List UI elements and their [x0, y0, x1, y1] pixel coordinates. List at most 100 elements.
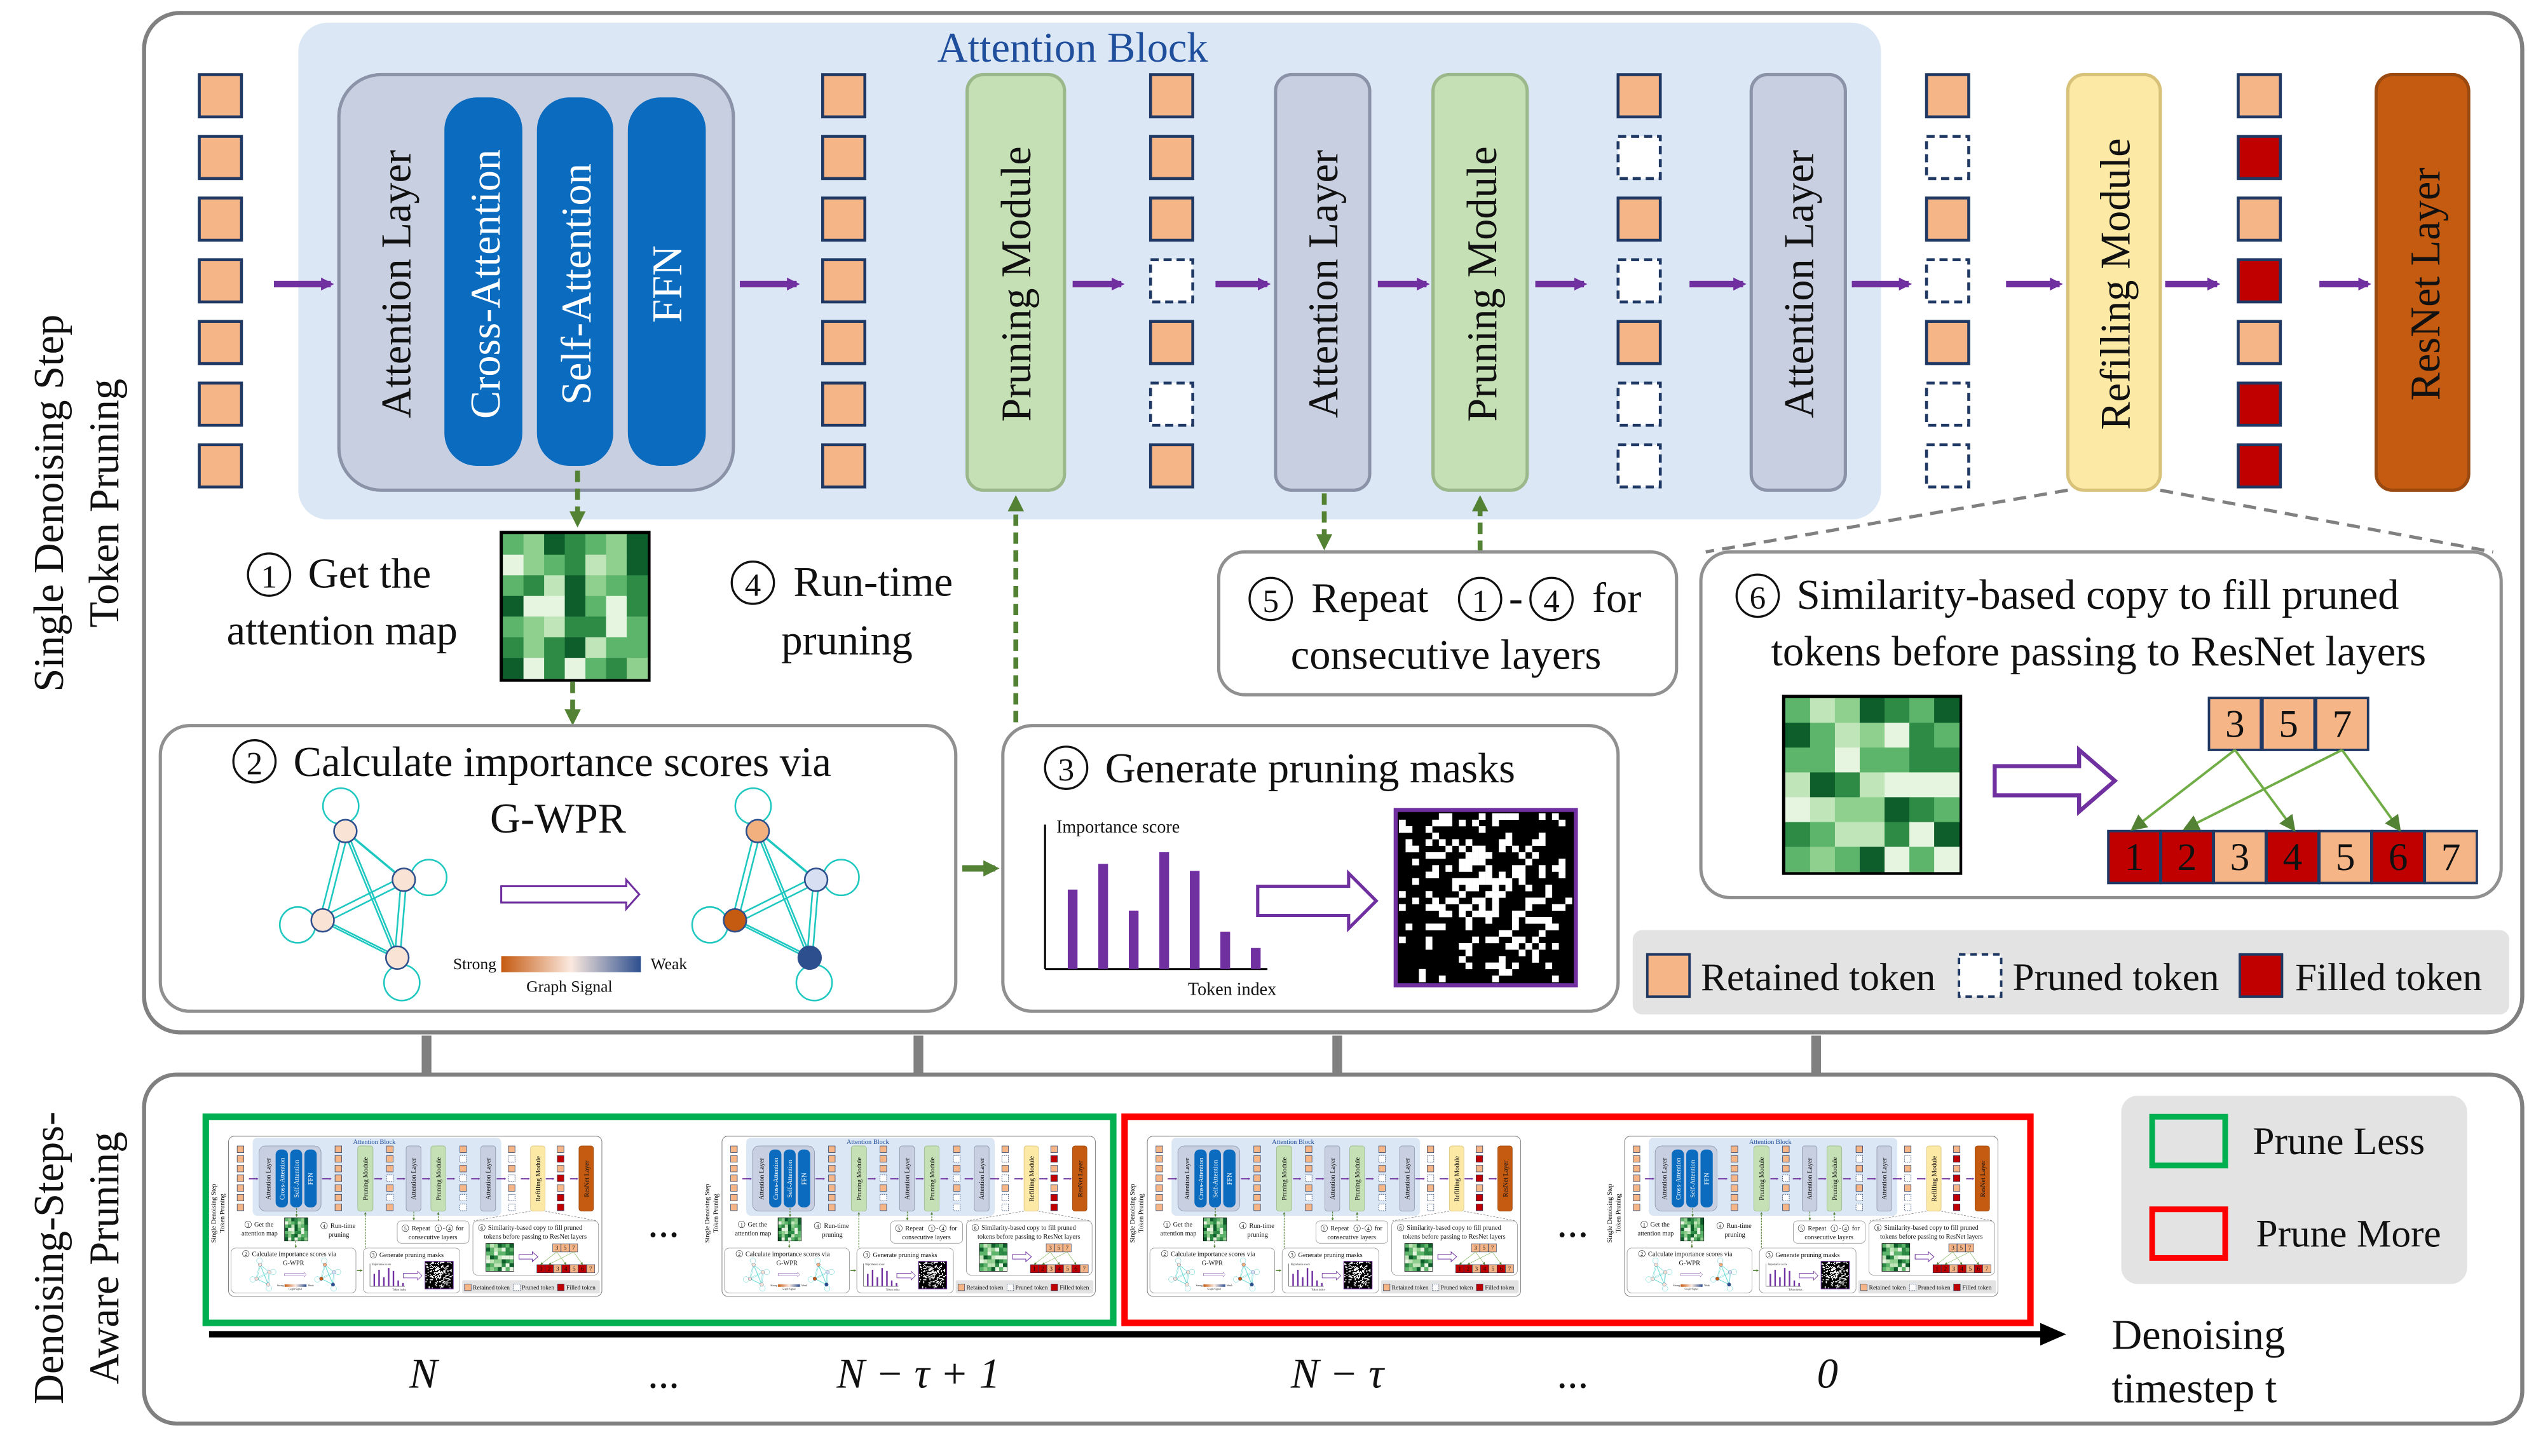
attention-cell: [1934, 822, 1960, 848]
pruned-token: [1149, 381, 1194, 427]
attention-cell: [626, 616, 648, 638]
filled-token: [2237, 258, 2282, 304]
refill-attention-map: [1782, 695, 1963, 875]
retained-token: [198, 381, 243, 427]
attention-cell: [1909, 797, 1935, 823]
attention-cell: [1859, 772, 1885, 798]
attention-cell: [564, 595, 586, 617]
pruning-mask: [1393, 808, 1578, 988]
attention-cell: [606, 658, 627, 679]
svg-text:pruning: pruning: [781, 617, 913, 663]
attention-cell: [1834, 797, 1860, 823]
svg-text:Generate pruning masks: Generate pruning masks: [1105, 745, 1515, 792]
attention-cell: [585, 575, 607, 597]
retained-token: [1616, 73, 1662, 119]
importance-bar: [1067, 889, 1078, 969]
attention-cell: [1885, 822, 1910, 848]
axis-label-1: Denoising: [2111, 1312, 2285, 1358]
importance-bar: [1190, 871, 1200, 969]
retained-token: [1925, 73, 1970, 119]
attention-cell: [1934, 797, 1960, 823]
token-number: 5: [2279, 703, 2298, 746]
attention-cell: [626, 658, 648, 679]
timestep-label: N − τ + 1: [836, 1351, 1000, 1398]
single-step-panel: Attention Block Attention Layer Cross-At…: [26, 11, 2525, 1035]
attention-cell: [1785, 747, 1811, 773]
attention-cell: [523, 637, 545, 658]
diagram: Attention Block Attention Layer Cross-At…: [26, 11, 2525, 1426]
attention-cell: [1934, 698, 1960, 724]
bottom-side-label-1: Denoising-Steps-: [26, 1112, 72, 1405]
side-label-1: Single Denoising Step: [26, 315, 72, 692]
side-label-2: Token Pruning: [81, 379, 128, 628]
attention-cell: [1859, 747, 1885, 773]
retained-token: [821, 443, 867, 489]
attention-cell: [564, 534, 586, 555]
attention-cell: [564, 616, 586, 638]
attention-cell: [564, 575, 586, 597]
attention-cell: [503, 658, 524, 679]
timestep-label: N: [409, 1351, 440, 1398]
pruned-token: [1925, 443, 1970, 489]
attention-cell: [1810, 822, 1836, 848]
graph-node: [803, 867, 829, 892]
attention-cell: [1810, 772, 1836, 798]
legend-retained: Retained token: [1701, 956, 1935, 999]
colorbar: [501, 956, 641, 972]
retained-token: [821, 135, 867, 180]
retained-token: [198, 258, 243, 304]
token-number: 3: [2230, 836, 2250, 879]
attention-cell: [1885, 747, 1910, 773]
attention-cell: [626, 595, 648, 617]
attention-cell: [585, 637, 607, 658]
pruned-token: [1616, 443, 1662, 489]
attention-cell: [1909, 847, 1935, 873]
retained-token-swatch: [1646, 953, 1691, 998]
attention-cell: [1859, 797, 1885, 823]
retained-token: [821, 381, 867, 427]
attention-cell: [1934, 772, 1960, 798]
retained-token: [1616, 196, 1662, 242]
attention-cell: [626, 575, 648, 597]
attention-cell: [1810, 747, 1836, 773]
colorbar-title: Graph Signal: [526, 977, 612, 996]
retained-token: [1149, 73, 1194, 119]
retained-token: [821, 196, 867, 242]
pruned-token: [1925, 135, 1970, 180]
step-thumbnail: [1129, 1136, 1520, 1296]
importance-bar: [1098, 864, 1108, 969]
importance-bar: [1220, 931, 1231, 969]
filled-token: [2237, 135, 2282, 180]
retained-token: [1616, 320, 1662, 365]
attention-cell: [1810, 847, 1836, 873]
svg-text:attention map: attention map: [227, 608, 458, 654]
svg-text:4: 4: [745, 567, 761, 603]
svg-text:consecutive layers: consecutive layers: [1291, 632, 1602, 678]
attention-cell: [606, 554, 627, 576]
attention-cell: [1810, 698, 1836, 724]
svg-text:5: 5: [1262, 583, 1279, 620]
svg-text:Run-time: Run-time: [793, 559, 953, 605]
axis-label-2: timestep t: [2111, 1366, 2277, 1412]
attention-cell: [1909, 747, 1935, 773]
attention-cell: [1785, 847, 1811, 873]
attention-block-title: Attention Block: [937, 25, 1209, 71]
importance-bar: [1128, 910, 1139, 969]
timestep-label: ...: [1557, 1351, 1588, 1398]
pruning-module-1-label: Pruning Module: [993, 146, 1040, 421]
svg-text:4: 4: [1543, 583, 1560, 620]
pruned-token: [1149, 258, 1194, 304]
attention-cell: [1909, 772, 1935, 798]
multi-step-panel: Denoising-Steps- Aware Pruning ... ... N…: [26, 1072, 2525, 1426]
attention-cell: [606, 637, 627, 658]
retained-token: [2237, 196, 2282, 242]
attention-cell: [523, 554, 545, 576]
attention-cell: [606, 616, 627, 638]
svg-text:Calculate importance scores vi: Calculate importance scores via: [294, 739, 831, 786]
attention-cell: [1834, 698, 1860, 724]
graph-node: [333, 819, 358, 843]
attention-cell: [503, 554, 524, 576]
retained-token: [1149, 135, 1194, 180]
attention-cell: [503, 534, 524, 555]
attention-cell: [1934, 747, 1960, 773]
